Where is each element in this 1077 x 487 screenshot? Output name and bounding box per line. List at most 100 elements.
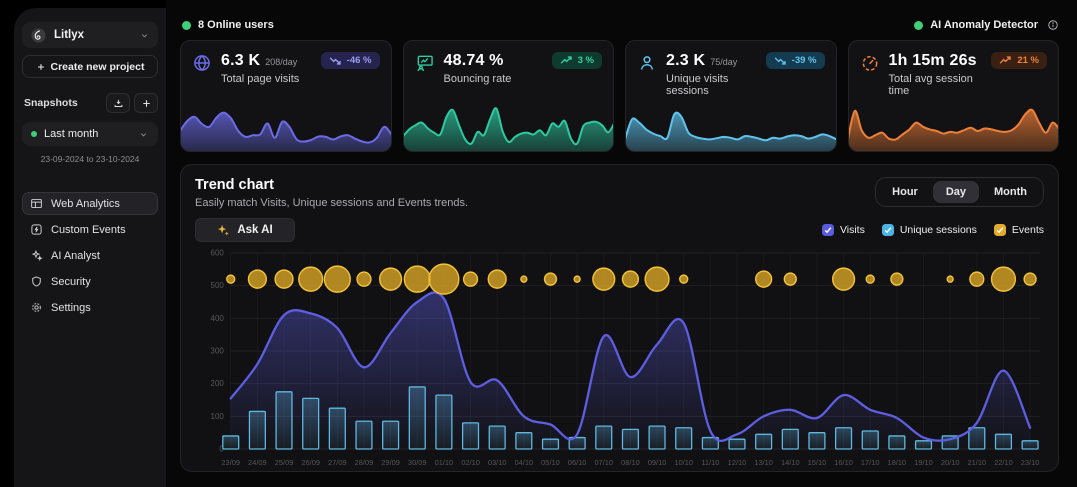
user-icon (637, 53, 657, 73)
tab-hour[interactable]: Hour (879, 181, 931, 203)
trend-badge-value: -39 % (792, 55, 817, 66)
checkbox-checked-icon[interactable] (822, 224, 834, 236)
topbar: 8 Online users AI Anomaly Detector (166, 0, 1077, 40)
svg-text:25/09: 25/09 (275, 458, 294, 467)
litlyx-logo-icon (30, 27, 47, 44)
timer-icon (860, 53, 880, 73)
bouncing-rate-sparkline (403, 100, 615, 152)
sidebar-nav: Web Analytics Custom Events AI Analyst S… (22, 192, 158, 319)
trend-badge-value: -46 % (347, 55, 372, 66)
svg-text:600: 600 (211, 248, 225, 257)
panel-subtitle: Easily match Visits, Unique sessions and… (195, 197, 468, 209)
sidebar-item-ai-analyst[interactable]: AI Analyst (22, 244, 158, 267)
svg-text:26/09: 26/09 (301, 458, 320, 467)
sparkle-icon (217, 224, 229, 236)
svg-text:23/09: 23/09 (221, 458, 240, 467)
svg-text:21/10: 21/10 (967, 458, 986, 467)
trend-badge-value: 3 % (578, 55, 594, 66)
sparkles-icon (30, 249, 43, 262)
project-name: Litlyx (54, 29, 84, 41)
ask-ai-button[interactable]: Ask AI (195, 218, 295, 242)
svg-text:22/10: 22/10 (994, 458, 1013, 467)
svg-text:18/10: 18/10 (888, 458, 907, 467)
sidebar-item-settings[interactable]: Settings (22, 296, 158, 319)
anomaly-detector-label: AI Anomaly Detector (930, 19, 1038, 31)
svg-text:300: 300 (211, 346, 225, 355)
svg-text:19/10: 19/10 (914, 458, 933, 467)
svg-text:23/10: 23/10 (1021, 458, 1040, 467)
total-page-visits-sparkline (180, 100, 392, 152)
online-users-label: 8 Online users (198, 19, 274, 31)
svg-text:12/10: 12/10 (728, 458, 747, 467)
main-content: 8 Online users AI Anomaly Detector (166, 0, 1077, 487)
gear-icon (30, 301, 43, 314)
stat-card-avg-session-time[interactable]: 1h 15m 26s Total avg session time 21 % (848, 40, 1060, 152)
stat-per-day: 208/day (265, 57, 297, 67)
snapshot-period-select[interactable]: Last month (22, 122, 158, 146)
trend-badge: 3 % (552, 52, 602, 69)
checkbox-checked-icon[interactable] (882, 224, 894, 236)
stat-value: 48.74 % (444, 52, 504, 70)
svg-text:07/10: 07/10 (594, 458, 613, 467)
svg-text:24/09: 24/09 (248, 458, 267, 467)
checkbox-checked-icon[interactable] (994, 224, 1006, 236)
trend-badge: -46 % (321, 52, 380, 69)
trend-chart-canvas[interactable]: 010020030040050060023/0924/0925/0926/092… (195, 245, 1044, 471)
avg-session-time-sparkline (848, 100, 1060, 152)
download-snapshot-button[interactable] (106, 93, 130, 113)
add-snapshot-button[interactable] (134, 93, 158, 113)
svg-text:29/09: 29/09 (381, 458, 400, 467)
shield-icon (30, 275, 43, 288)
zap-square-icon (30, 223, 43, 236)
svg-text:400: 400 (211, 314, 225, 323)
legend-unique-sessions[interactable]: Unique sessions (882, 224, 977, 236)
stat-per-day: 75/day (710, 57, 737, 67)
svg-text:20/10: 20/10 (941, 458, 960, 467)
sidebar-item-web-analytics[interactable]: Web Analytics (22, 192, 158, 215)
svg-text:02/10: 02/10 (461, 458, 480, 467)
sidebar-item-custom-events[interactable]: Custom Events (22, 218, 158, 241)
legend-label: Events (1012, 224, 1044, 236)
chevron-down-icon (139, 30, 150, 41)
trend-badge-value: 21 % (1017, 55, 1039, 66)
app-root: Litlyx Create new project Snapshots Last… (0, 0, 1077, 487)
svg-text:01/10: 01/10 (435, 458, 454, 467)
svg-text:06/10: 06/10 (568, 458, 587, 467)
svg-text:28/09: 28/09 (355, 458, 374, 467)
snapshot-date-range: 23-09-2024 to 23-10-2024 (22, 154, 158, 164)
browser-icon (30, 197, 43, 210)
info-icon[interactable] (1047, 19, 1059, 31)
stat-card-bouncing-rate[interactable]: 48.74 % Bouncing rate 3 % (403, 40, 615, 152)
trend-up-icon (999, 56, 1012, 65)
create-project-button[interactable]: Create new project (22, 55, 158, 78)
sidebar-item-security[interactable]: Security (22, 270, 158, 293)
ask-ai-label: Ask AI (237, 224, 272, 236)
stat-card-unique-visits-sessions[interactable]: 2.3 K 75/day Unique visits sessions -39 … (625, 40, 837, 152)
online-status-dot (182, 21, 191, 30)
chart-legend: Visits Unique sessions Events (822, 224, 1044, 236)
svg-text:08/10: 08/10 (621, 458, 640, 467)
legend-events[interactable]: Events (994, 224, 1044, 236)
svg-text:30/09: 30/09 (408, 458, 427, 467)
project-selector[interactable]: Litlyx (22, 22, 158, 48)
svg-text:17/10: 17/10 (861, 458, 880, 467)
plus-icon (36, 62, 46, 72)
stat-card-total-page-visits[interactable]: 6.3 K 208/day Total page visits -46 % (180, 40, 392, 152)
svg-text:10/10: 10/10 (674, 458, 693, 467)
trend-badge: 21 % (991, 52, 1047, 69)
ai-anomaly-detector[interactable]: AI Anomaly Detector (914, 19, 1059, 31)
svg-text:100: 100 (211, 412, 225, 421)
svg-text:16/10: 16/10 (834, 458, 853, 467)
snapshot-status-dot (31, 131, 37, 137)
svg-text:13/10: 13/10 (754, 458, 773, 467)
svg-text:11/10: 11/10 (701, 458, 719, 467)
snapshot-selected-label: Last month (44, 128, 98, 140)
trend-down-icon (329, 56, 342, 65)
legend-visits[interactable]: Visits (822, 224, 865, 236)
tab-month[interactable]: Month (981, 181, 1040, 203)
plus-icon (141, 98, 152, 109)
sidebar-item-label: Web Analytics (51, 198, 120, 210)
tab-day[interactable]: Day (933, 181, 979, 203)
svg-text:09/10: 09/10 (648, 458, 667, 467)
sidebar-item-label: Security (51, 276, 91, 288)
